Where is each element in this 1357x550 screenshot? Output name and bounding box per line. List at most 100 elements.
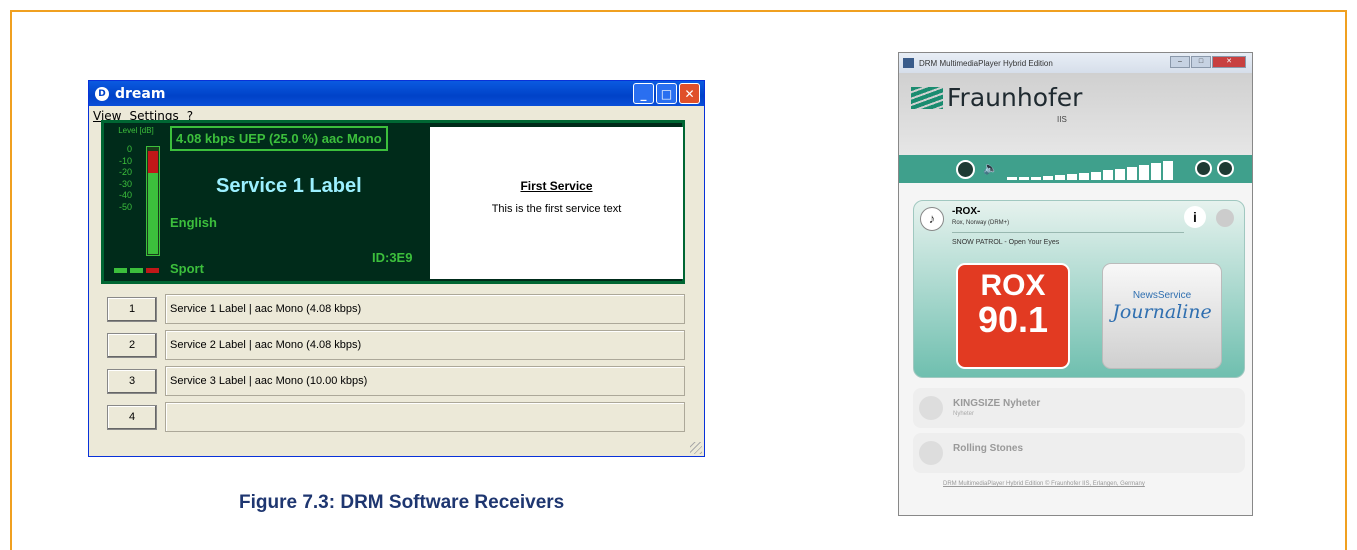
service-button-2[interactable]: 2 xyxy=(107,332,157,358)
journaline-top: NewsService xyxy=(1132,290,1192,301)
status-leds xyxy=(114,268,159,273)
scale-tick: -20 xyxy=(118,167,132,178)
divider xyxy=(952,232,1184,233)
text-heading: First Service xyxy=(520,179,593,193)
volume-segment[interactable] xyxy=(1043,176,1053,180)
dream-titlebar[interactable]: D dream _ □ ✕ xyxy=(89,81,704,106)
rox-slideshow-tile[interactable]: ROX 90.1 xyxy=(956,263,1070,369)
service-desc: Service 3 Label | aac Mono (10.00 kbps) xyxy=(165,366,685,396)
station-entry[interactable]: KINGSIZE Nyheter Nyheter xyxy=(913,388,1245,428)
service-desc: Service 2 Label | aac Mono (4.08 kbps) xyxy=(165,330,685,360)
level-label: Level [dB] xyxy=(118,126,154,135)
text-message-panel: First Service This is the first service … xyxy=(430,127,683,279)
level-meter-panel: Level [dB] 0 -10 -20 -30 -40 -50 xyxy=(106,126,166,281)
tune-dial-icon[interactable] xyxy=(956,160,975,179)
service-row: 1 Service 1 Label | aac Mono (4.08 kbps) xyxy=(107,291,685,327)
close-icon[interactable]: ✕ xyxy=(1212,56,1246,68)
volume-segment[interactable] xyxy=(1007,177,1017,180)
logo-area: Fraunhofer IIS xyxy=(899,73,1252,155)
active-station-card[interactable]: ♪ -ROX- Rox, Norway (DRM+) i SNOW PATROL… xyxy=(913,200,1245,378)
minimize-icon[interactable]: – xyxy=(1170,56,1190,68)
volume-bar[interactable] xyxy=(1007,161,1173,180)
scale-tick: -10 xyxy=(118,155,132,166)
player-titlebar[interactable]: DRM MultimediaPlayer Hybrid Edition – □ … xyxy=(899,53,1252,73)
service-row: 2 Service 2 Label | aac Mono (4.08 kbps) xyxy=(107,327,685,363)
dream-window: D dream _ □ ✕ View Settings ? Level [dB]… xyxy=(88,80,705,457)
scale-tick: -30 xyxy=(118,178,132,189)
fraunhofer-logo-icon xyxy=(911,87,943,109)
service-label: Service 1 Label xyxy=(216,175,362,197)
settings-gear-icon[interactable] xyxy=(1217,160,1234,177)
volume-segment[interactable] xyxy=(1067,174,1077,180)
minimize-station-icon[interactable] xyxy=(1216,209,1234,227)
service-desc xyxy=(165,402,685,432)
status-led xyxy=(146,268,159,273)
service-row: 4 xyxy=(107,399,685,435)
status-led xyxy=(130,268,143,273)
figure-caption: Figure 7.3: DRM Software Receivers xyxy=(239,492,565,513)
receiver-display: Level [dB] 0 -10 -20 -30 -40 -50 4.08 kb… xyxy=(101,120,685,284)
service-button-3[interactable]: 3 xyxy=(107,368,157,394)
status-led xyxy=(114,268,127,273)
player-footer[interactable]: DRM MultimediaPlayer Hybrid Edition © Fr… xyxy=(943,481,1145,487)
maximize-icon[interactable]: □ xyxy=(1191,56,1211,68)
volume-segment[interactable] xyxy=(1055,175,1065,180)
volume-segment[interactable] xyxy=(1019,177,1029,180)
scale-tick: 0 xyxy=(126,144,132,154)
level-meter-fill xyxy=(148,167,158,254)
level-meter-peak xyxy=(148,151,158,173)
service-language: English xyxy=(170,215,217,230)
track-info: SNOW PATROL - Open Your Eyes xyxy=(952,239,1060,246)
volume-segment[interactable] xyxy=(1103,170,1113,180)
minimize-icon[interactable]: _ xyxy=(633,83,654,104)
level-meter xyxy=(146,146,160,256)
music-note-icon xyxy=(919,441,943,465)
logo-name: Fraunhofer xyxy=(947,83,1083,112)
station-sub: Nyheter xyxy=(953,411,975,417)
speaker-icon[interactable]: 🔈 xyxy=(983,161,998,175)
level-scale: 0 -10 -20 -30 -40 -50 xyxy=(110,144,132,214)
volume-segment[interactable] xyxy=(1139,165,1149,180)
maximize-icon[interactable]: □ xyxy=(656,83,677,104)
service-button-1[interactable]: 1 xyxy=(107,296,157,322)
player-title: DRM MultimediaPlayer Hybrid Edition xyxy=(919,58,1053,68)
service-genre: Sport xyxy=(170,261,204,276)
station-name: Rolling Stones xyxy=(953,443,1023,454)
window-mode-icon[interactable] xyxy=(1195,160,1212,177)
dream-title: dream xyxy=(115,85,166,102)
rox-logo-line2: 90.1 xyxy=(977,299,1049,340)
scale-tick: -40 xyxy=(118,190,132,201)
player-app-icon xyxy=(903,58,914,68)
service-list: 1 Service 1 Label | aac Mono (4.08 kbps)… xyxy=(107,291,685,435)
music-note-icon xyxy=(919,396,943,420)
journaline-tile[interactable]: NewsService Journaline xyxy=(1102,263,1222,369)
logo-sub: IIS xyxy=(1057,115,1067,124)
dream-app-icon: D xyxy=(95,86,109,101)
drm-multimedia-player-window: DRM MultimediaPlayer Hybrid Edition – □ … xyxy=(898,52,1253,516)
player-toolbar: 🔈 xyxy=(899,155,1252,183)
rox-logo-line1: ROX xyxy=(980,269,1046,302)
volume-segment[interactable] xyxy=(1151,163,1161,180)
journaline-name: Journaline xyxy=(1112,301,1212,323)
volume-segment[interactable] xyxy=(1031,177,1041,180)
bitrate-info: 4.08 kbps UEP (25.0 %) aac Mono xyxy=(170,126,388,151)
station-name: -ROX- xyxy=(952,206,981,217)
service-desc: Service 1 Label | aac Mono (4.08 kbps) xyxy=(165,294,685,324)
service-row: 3 Service 3 Label | aac Mono (10.00 kbps… xyxy=(107,363,685,399)
info-icon[interactable]: i xyxy=(1184,206,1206,228)
volume-segment[interactable] xyxy=(1079,173,1089,180)
station-location: Rox, Norway (DRM+) xyxy=(952,220,1010,226)
volume-segment[interactable] xyxy=(1163,161,1173,180)
volume-segment[interactable] xyxy=(1115,169,1125,180)
music-note-icon: ♪ xyxy=(920,207,944,231)
service-id: ID:3E9 xyxy=(372,250,413,265)
close-icon[interactable]: ✕ xyxy=(679,83,700,104)
text-body: This is the first service text xyxy=(491,203,622,215)
service-button-4[interactable]: 4 xyxy=(107,404,157,430)
volume-segment[interactable] xyxy=(1091,172,1101,180)
resize-grip-icon[interactable] xyxy=(690,442,702,454)
station-entry[interactable]: Rolling Stones xyxy=(913,433,1245,473)
volume-segment[interactable] xyxy=(1127,167,1137,180)
station-name: KINGSIZE Nyheter xyxy=(953,398,1041,409)
scale-tick: -50 xyxy=(118,201,132,212)
